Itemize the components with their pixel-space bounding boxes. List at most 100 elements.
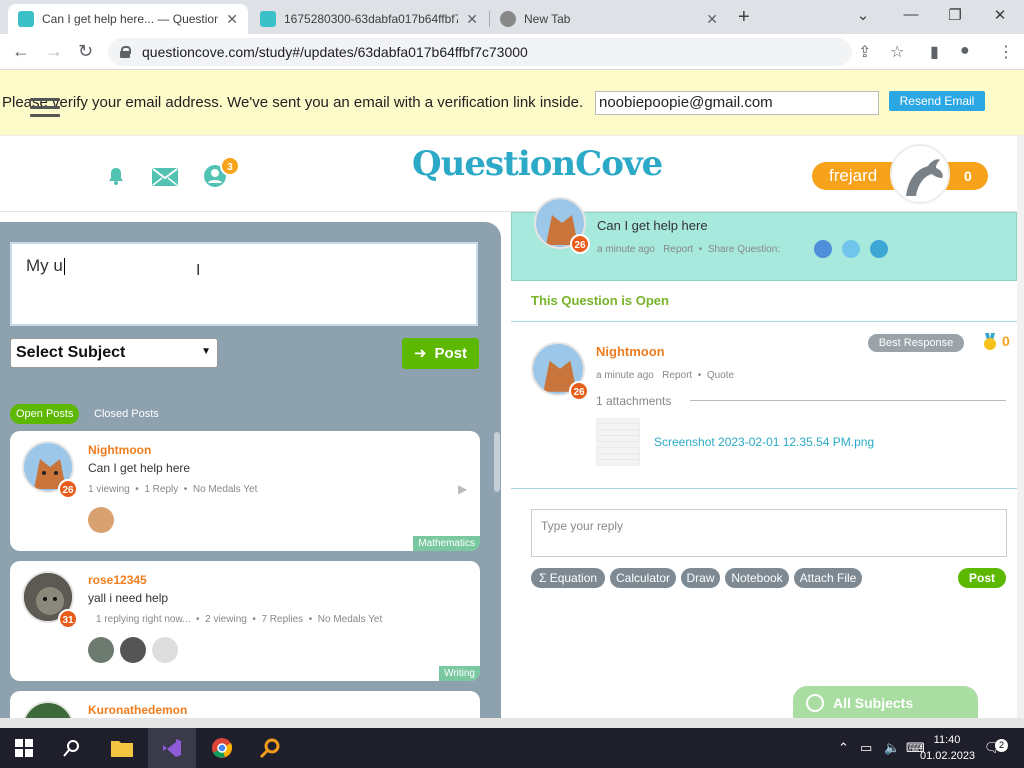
- post-card[interactable]: Kuronathedemon: [10, 691, 480, 718]
- medal-count: 0: [1002, 333, 1010, 349]
- minimize-icon[interactable]: —: [896, 6, 926, 23]
- lock-icon: [120, 46, 131, 58]
- volume-icon[interactable]: 🔈: [884, 740, 900, 756]
- level-badge: 26: [58, 479, 78, 499]
- equation-button[interactable]: Σ Equation: [531, 568, 605, 588]
- close-tab-icon[interactable]: ✕: [226, 11, 238, 28]
- level-badge: 26: [570, 234, 590, 254]
- bell-icon[interactable]: [106, 166, 126, 186]
- question-status: This Question is Open: [531, 293, 669, 308]
- tab-attachment[interactable]: 1675280300-63dabfa017b64ffbf7 ✕: [250, 4, 488, 34]
- new-tab-plus-icon[interactable]: +: [738, 6, 750, 29]
- post-question-button[interactable]: ➜ Post: [402, 338, 479, 369]
- verify-email-banner: Please verify your email address. We've …: [0, 70, 1024, 136]
- tray-chevron-up-icon[interactable]: ⌃: [838, 740, 849, 756]
- file-explorer-button[interactable]: [98, 728, 146, 768]
- subject-tag[interactable]: Writing: [439, 666, 480, 681]
- post-card[interactable]: 31 rose12345 yall i need help 1 replying…: [10, 561, 480, 681]
- chevron-down-icon: ▼: [201, 346, 211, 357]
- menu-dots-icon[interactable]: ⋮: [998, 42, 1014, 62]
- close-tab-icon[interactable]: ✕: [706, 11, 718, 28]
- clock-date: 01.02.2023: [920, 750, 976, 762]
- question-text: Can I get help here: [597, 218, 708, 233]
- compose-question-input[interactable]: My u: [10, 242, 478, 326]
- all-subjects-button[interactable]: All Subjects: [793, 686, 978, 720]
- magnifier-icon: [259, 738, 280, 759]
- tab-question[interactable]: Can I get help here... — Question ✕: [8, 4, 248, 34]
- reply-input[interactable]: Type your reply: [531, 509, 1007, 557]
- site-header: 3 QuestionCove frejard 0: [0, 136, 1024, 212]
- questioncove-favicon-icon: [18, 11, 34, 27]
- report-link[interactable]: Report: [662, 370, 692, 381]
- page-scrollbar[interactable]: [1017, 136, 1024, 718]
- best-response-button[interactable]: Best Response: [868, 334, 964, 352]
- question-meta: a minute ago Report • Share Question:: [597, 244, 781, 255]
- subject-select[interactable]: Select Subject ▼: [10, 338, 218, 368]
- tab-newtab[interactable]: New Tab ✕: [490, 4, 728, 34]
- quote-link[interactable]: Quote: [707, 370, 734, 381]
- facebook-icon[interactable]: [814, 240, 832, 258]
- twitter-icon[interactable]: [842, 240, 860, 258]
- post-author[interactable]: Nightmoon: [88, 443, 151, 457]
- reply-author[interactable]: Nightmoon: [596, 344, 665, 359]
- attach-file-button[interactable]: Attach File: [794, 568, 862, 588]
- browser-toolbar: ← → ↻ questioncove.com/study#/updates/63…: [0, 34, 1024, 70]
- attachment-thumbnail[interactable]: [596, 418, 640, 466]
- close-tab-icon[interactable]: ✕: [466, 11, 478, 28]
- notebook-button[interactable]: Notebook: [725, 568, 789, 588]
- start-button[interactable]: [0, 728, 48, 768]
- viewer-avatar: [152, 637, 178, 663]
- subject-select-value: Select Subject: [16, 344, 126, 361]
- visual-studio-button[interactable]: [148, 728, 196, 768]
- user-avatar[interactable]: [890, 144, 950, 204]
- share-users-icon[interactable]: [870, 240, 888, 258]
- post-author[interactable]: Kuronathedemon: [88, 703, 187, 717]
- side-panel-icon[interactable]: ▮: [930, 42, 939, 62]
- email-field[interactable]: noobiepoopie@gmail.com: [595, 91, 879, 115]
- resend-email-button[interactable]: Resend Email: [889, 91, 985, 111]
- medal-icon[interactable]: [982, 333, 998, 351]
- post-reply-button[interactable]: Post: [958, 568, 1006, 588]
- hamburger-menu-icon[interactable]: [30, 98, 60, 118]
- forward-arrow-icon[interactable]: →: [45, 41, 63, 62]
- notification-count: 2: [995, 739, 1008, 752]
- compose-text: My u: [26, 256, 63, 275]
- visual-studio-icon: [163, 739, 181, 757]
- calculator-button[interactable]: Calculator: [610, 568, 676, 588]
- windows-logo-icon: [15, 739, 33, 757]
- left-feed-panel: My u I Select Subject ▼ ➜ Post Open Posts…: [0, 222, 501, 718]
- share-icon[interactable]: ⇪: [858, 42, 871, 62]
- play-icon[interactable]: ▶: [458, 482, 467, 496]
- post-card[interactable]: 26 Nightmoon Can I get help here 1 viewi…: [10, 431, 480, 551]
- system-clock[interactable]: 11:40 01.02.2023: [920, 732, 976, 764]
- bookmark-star-icon[interactable]: ☆: [890, 42, 904, 62]
- post-author[interactable]: rose12345: [88, 573, 147, 587]
- subject-tag[interactable]: Mathematics: [413, 536, 480, 551]
- network-icon[interactable]: ▭: [860, 740, 872, 756]
- chrome-button[interactable]: [198, 728, 246, 768]
- back-arrow-icon[interactable]: ←: [12, 41, 30, 62]
- user-score: 0: [964, 168, 972, 184]
- restore-icon[interactable]: ❐: [940, 6, 970, 24]
- attachment-link[interactable]: Screenshot 2023-02-01 12.35.54 PM.png: [654, 435, 874, 449]
- report-link[interactable]: Report: [663, 244, 693, 255]
- profile-icon[interactable]: ●: [960, 42, 970, 60]
- horizontal-scrollbar[interactable]: [0, 718, 1024, 728]
- site-logo[interactable]: QuestionCove: [412, 144, 663, 184]
- all-subjects-label: All Subjects: [833, 695, 914, 711]
- folder-icon: [111, 741, 133, 757]
- mail-icon[interactable]: [152, 168, 178, 186]
- reload-icon[interactable]: ↻: [78, 41, 93, 62]
- draw-button[interactable]: Draw: [681, 568, 720, 588]
- magnifier-button[interactable]: [246, 728, 294, 768]
- tab-open-posts[interactable]: Open Posts: [10, 404, 80, 424]
- tab-search-chevron-icon[interactable]: ⌄: [848, 6, 878, 24]
- close-window-icon[interactable]: ✕: [985, 6, 1015, 24]
- viewer-avatar: [88, 637, 114, 663]
- arrow-right-icon: ➜: [413, 345, 427, 362]
- level-badge: 31: [58, 609, 78, 629]
- search-button[interactable]: [48, 728, 96, 768]
- tab-closed-posts[interactable]: Closed Posts: [88, 404, 165, 424]
- feed-scrollbar[interactable]: [494, 432, 500, 492]
- address-bar[interactable]: questioncove.com/study#/updates/63dabfa0…: [108, 38, 852, 66]
